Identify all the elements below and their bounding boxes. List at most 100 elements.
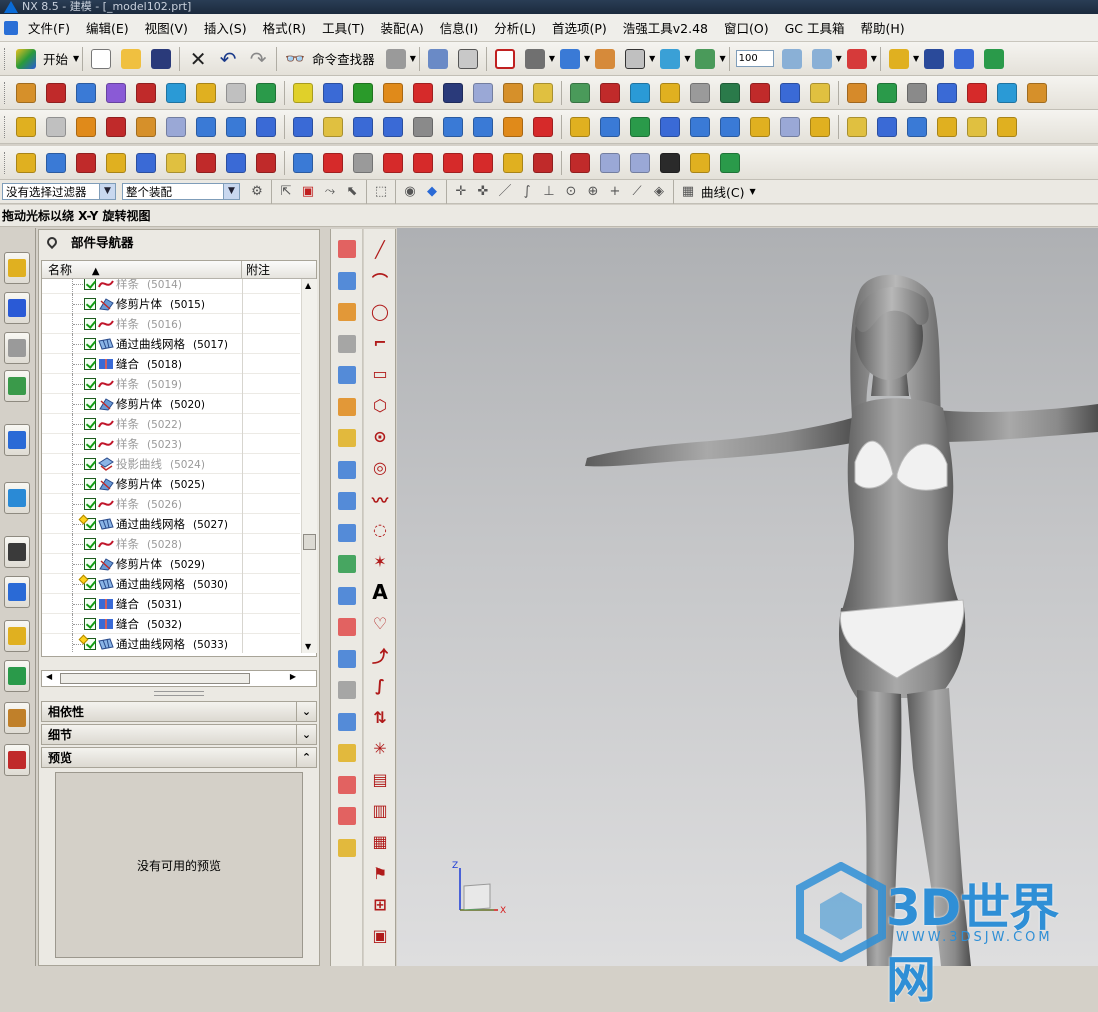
surface-tool-icon[interactable]: [627, 114, 653, 140]
feature-tool-icon[interactable]: [567, 80, 593, 106]
feature-tool-icon[interactable]: [807, 80, 833, 106]
feature-tool-icon[interactable]: [1024, 80, 1050, 106]
edit-tool-icon[interactable]: [687, 150, 713, 176]
pin-icon[interactable]: [44, 234, 60, 250]
system-materials-icon[interactable]: [4, 660, 30, 692]
curve-edge-tool-icon[interactable]: 〰: [368, 487, 392, 511]
tree-row[interactable]: 通过曲线网格 (5033): [42, 634, 300, 653]
surface-tool-icon[interactable]: [350, 114, 376, 140]
surface-tool-icon[interactable]: [874, 114, 900, 140]
surface-edge-tool-icon[interactable]: [335, 237, 359, 261]
edit-tool-icon[interactable]: [103, 150, 129, 176]
surface-edge-tool-icon[interactable]: [335, 332, 359, 356]
feature-tool-icon[interactable]: [994, 80, 1020, 106]
curve-edge-tool-icon[interactable]: ◎: [368, 455, 392, 479]
open-folder-icon[interactable]: [118, 46, 144, 72]
curve-edge-tool-icon[interactable]: ⊙: [368, 424, 392, 448]
surface-edge-tool-icon[interactable]: [335, 773, 359, 797]
background-icon[interactable]: [622, 46, 648, 72]
edit-tool-icon[interactable]: [350, 150, 376, 176]
edit-tool-icon[interactable]: [13, 150, 39, 176]
feature-tool-icon[interactable]: [597, 80, 623, 106]
snap-center-icon[interactable]: ⊙: [563, 184, 579, 200]
visibility-checkbox[interactable]: [84, 438, 96, 450]
zoom-percent-icon[interactable]: 100: [735, 46, 775, 72]
tree-row[interactable]: 通过曲线网格 (5017): [42, 334, 300, 354]
rectangle-select-icon[interactable]: ⬚: [373, 184, 389, 200]
surface-edge-tool-icon[interactable]: [335, 710, 359, 734]
tools-icon[interactable]: [383, 46, 409, 72]
curve-edge-tool-icon[interactable]: ▥: [368, 799, 392, 823]
measure-icon[interactable]: [886, 46, 912, 72]
chevron-up-icon[interactable]: ⌃: [296, 748, 316, 767]
edit-tool-icon[interactable]: [253, 150, 279, 176]
curve-edge-tool-icon[interactable]: ▤: [368, 767, 392, 791]
surface-tool-icon[interactable]: [747, 114, 773, 140]
cube-select-icon[interactable]: ◆: [424, 184, 440, 200]
layer-icon[interactable]: [692, 46, 718, 72]
surface-edge-tool-icon[interactable]: [335, 521, 359, 545]
visibility-checkbox[interactable]: [84, 458, 96, 470]
surface-tool-icon[interactable]: [163, 114, 189, 140]
grid-icon[interactable]: ▦: [680, 184, 696, 200]
tree-row[interactable]: 缝合 (5018): [42, 354, 300, 374]
surface-edge-tool-icon[interactable]: [335, 584, 359, 608]
selection-filter-dropdown[interactable]: 没有选择过滤器 ▼: [2, 183, 116, 200]
horizontal-scrollbar[interactable]: ◀ ▶: [41, 670, 317, 687]
toolbar-grip[interactable]: [4, 47, 7, 70]
surface-tool-icon[interactable]: [193, 114, 219, 140]
feature-tool-icon[interactable]: [500, 80, 526, 106]
curve-edge-tool-icon[interactable]: ⌒: [368, 268, 392, 292]
select-face-icon[interactable]: [981, 46, 1007, 72]
surface-tool-icon[interactable]: [904, 114, 930, 140]
visibility-checkbox[interactable]: [84, 378, 96, 390]
surface-tool-icon[interactable]: [380, 114, 406, 140]
surface-tool-icon[interactable]: [844, 114, 870, 140]
surface-tool-icon[interactable]: [597, 114, 623, 140]
roles-icon[interactable]: [4, 702, 30, 734]
tree-row[interactable]: 样条 (5016): [42, 314, 300, 334]
menu-item[interactable]: 装配(A): [372, 18, 431, 37]
scroll-down-icon[interactable]: ▼: [305, 642, 311, 651]
feature-tool-icon[interactable]: [777, 80, 803, 106]
curve-edge-tool-icon[interactable]: ▣: [368, 923, 392, 947]
surface-tool-icon[interactable]: [807, 114, 833, 140]
surface-edge-tool-icon[interactable]: [335, 300, 359, 324]
layer-visible-icon[interactable]: [809, 46, 835, 72]
edit-tool-icon[interactable]: [410, 150, 436, 176]
curve-edge-tool-icon[interactable]: ∫: [368, 674, 392, 698]
feature-tool-icon[interactable]: [717, 80, 743, 106]
visibility-checkbox[interactable]: [84, 318, 96, 330]
menu-item[interactable]: 视图(V): [137, 18, 196, 37]
tree-row[interactable]: 缝合 (5031): [42, 594, 300, 614]
snap-mid-icon[interactable]: ✜: [475, 184, 491, 200]
menu-item[interactable]: 窗口(O): [716, 18, 777, 37]
material-icon[interactable]: [592, 46, 618, 72]
edit-tool-icon[interactable]: [290, 150, 316, 176]
edit-tool-icon[interactable]: [597, 150, 623, 176]
feature-tool-icon[interactable]: [163, 80, 189, 106]
surface-tool-icon[interactable]: [43, 114, 69, 140]
reuse-library-icon[interactable]: [4, 370, 30, 402]
edit-tool-icon[interactable]: [530, 150, 556, 176]
surface-tool-icon[interactable]: [73, 114, 99, 140]
surface-tool-icon[interactable]: [133, 114, 159, 140]
snap-curve-icon[interactable]: ∫: [519, 184, 535, 200]
shade-icon[interactable]: [522, 46, 548, 72]
chevron-down-icon[interactable]: ⌄: [296, 725, 316, 744]
constraint-navigator-icon[interactable]: [4, 292, 30, 324]
tree-row[interactable]: 修剪片体 (5020): [42, 394, 300, 414]
feature-tool-icon[interactable]: [844, 80, 870, 106]
feature-tool-icon[interactable]: [43, 80, 69, 106]
curve-edge-tool-icon[interactable]: ⌐: [368, 331, 392, 355]
start-button[interactable]: 开始: [43, 49, 68, 68]
feature-tool-icon[interactable]: [470, 80, 496, 106]
curve-edge-tool-icon[interactable]: ◯: [368, 299, 392, 323]
feature-tool-icon[interactable]: [350, 80, 376, 106]
edit-tool-icon[interactable]: [380, 150, 406, 176]
curve-edge-tool-icon[interactable]: ⤴: [368, 643, 392, 667]
menu-item[interactable]: 浩强工具v2.48: [615, 18, 716, 37]
edit-tool-icon[interactable]: [133, 150, 159, 176]
edit-tool-icon[interactable]: [717, 150, 743, 176]
surface-edge-tool-icon[interactable]: [335, 678, 359, 702]
